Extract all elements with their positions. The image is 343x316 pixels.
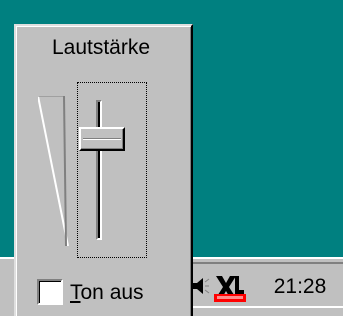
speaker-icon[interactable] xyxy=(192,277,210,295)
mute-label[interactable]: Ton aus xyxy=(70,278,170,308)
volume-slider-track[interactable] xyxy=(96,100,102,240)
mute-label-accelerator: T xyxy=(70,281,81,304)
volume-slider-focus-frame xyxy=(77,82,147,258)
tray-clock[interactable]: 21:28 xyxy=(262,272,338,302)
volume-ramp-indicator xyxy=(38,96,69,246)
volume-popup-title: Lautstärke xyxy=(51,36,151,59)
volume-slider-thumb[interactable] xyxy=(79,127,125,152)
mute-checkbox[interactable] xyxy=(37,279,63,305)
mute-label-text: on aus xyxy=(80,281,144,304)
xl-app-icon[interactable] xyxy=(214,274,246,302)
